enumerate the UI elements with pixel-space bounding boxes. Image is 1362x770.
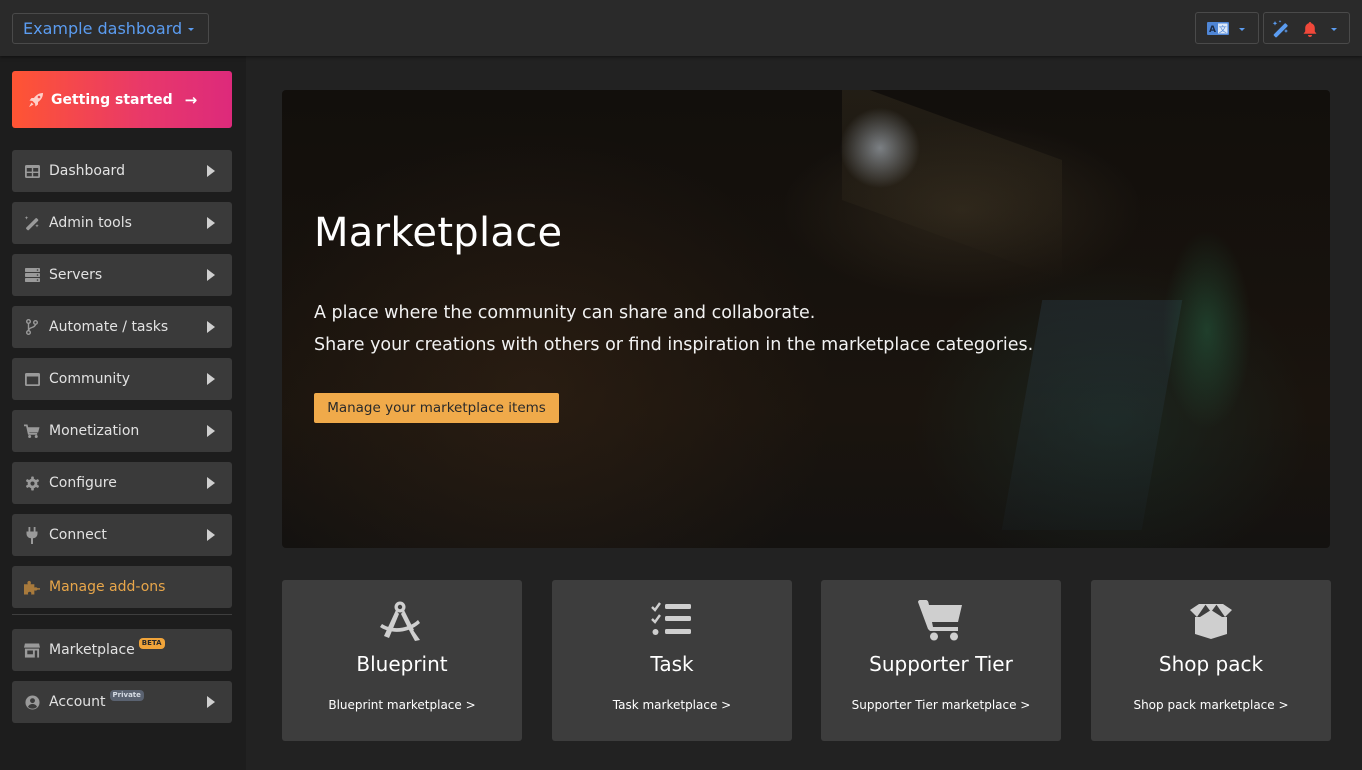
puzzle-icon	[24, 579, 40, 595]
caret-right-icon	[207, 529, 215, 541]
beta-badge: BETA	[138, 637, 165, 649]
manage-marketplace-items-button[interactable]: Manage your marketplace items	[314, 393, 559, 423]
sidebar-item-admin-tools[interactable]: Admin tools	[12, 202, 232, 244]
caret-right-icon	[207, 165, 215, 177]
bell-icon	[1303, 22, 1317, 37]
open-box-icon	[1190, 604, 1232, 639]
card-shop-pack[interactable]: Shop pack Shop pack marketplace >	[1091, 580, 1331, 741]
translate-icon: A 文	[1207, 22, 1229, 35]
sidebar-item-connect[interactable]: Connect	[12, 514, 232, 556]
server-icon	[24, 267, 40, 283]
sidebar-item-label: Community	[49, 371, 131, 387]
sidebar-item-marketplace[interactable]: Marketplace BETA	[12, 629, 232, 671]
caret-right-icon	[207, 425, 215, 437]
caret-right-icon	[207, 373, 215, 385]
hero-description-line-1: A place where the community can share an…	[314, 303, 816, 323]
arrow-right-icon: →	[184, 90, 198, 109]
sidebar-item-label: Manage add-ons	[49, 579, 166, 595]
top-bar: Example dashboard A 文	[0, 0, 1362, 56]
sidebar-item-label: Servers	[49, 267, 103, 283]
sidebar-item-label: Monetization	[49, 423, 140, 439]
caret-right-icon	[207, 696, 215, 708]
card-link[interactable]: Shop pack marketplace >	[1091, 698, 1331, 712]
cart-icon	[918, 600, 962, 641]
sidebar-item-servers[interactable]: Servers	[12, 254, 232, 296]
marketplace-hero-banner: Marketplace A place where the community …	[282, 90, 1330, 548]
sidebar-item-label: Automate / tasks	[49, 319, 169, 335]
sidebar-item-label: Dashboard	[49, 163, 125, 179]
hero-title: Marketplace	[314, 210, 563, 256]
card-task[interactable]: Task Task marketplace >	[552, 580, 792, 741]
window-icon	[24, 371, 40, 387]
sidebar-item-configure[interactable]: Configure	[12, 462, 232, 504]
caret-right-icon	[207, 321, 215, 333]
card-supporter-tier[interactable]: Supporter Tier Supporter Tier marketplac…	[821, 580, 1061, 741]
caret-right-icon	[207, 477, 215, 489]
caret-right-icon	[207, 217, 215, 229]
hero-background-leaves	[1162, 230, 1252, 430]
sidebar-item-automate-tasks[interactable]: Automate / tasks	[12, 306, 232, 348]
cart-icon	[24, 423, 40, 439]
caret-down-icon	[1331, 28, 1337, 31]
table-icon	[24, 163, 40, 179]
user-circle-icon	[24, 694, 40, 710]
card-title: Task	[650, 652, 694, 676]
task-list-icon	[651, 602, 691, 635]
sidebar: Getting started → Dashboard Admin tools …	[0, 56, 246, 770]
getting-started-label: Getting started	[51, 91, 173, 108]
card-title: Shop pack	[1158, 652, 1264, 676]
sidebar-divider	[12, 614, 232, 615]
card-title: Supporter Tier	[869, 652, 1013, 676]
getting-started-button[interactable]: Getting started →	[12, 71, 232, 128]
tools-notifications-button[interactable]	[1263, 12, 1350, 44]
sidebar-item-label: Marketplace	[49, 642, 135, 658]
store-icon	[24, 642, 40, 658]
plug-icon	[24, 526, 40, 544]
sidebar-item-monetization[interactable]: Monetization	[12, 410, 232, 452]
sidebar-item-label: Connect	[49, 527, 107, 543]
sidebar-item-account[interactable]: Account Private	[12, 681, 232, 723]
sidebar-item-label: Configure	[49, 475, 117, 491]
caret-right-icon	[207, 269, 215, 281]
svg-text:A: A	[1209, 25, 1216, 35]
sidebar-item-label: Admin tools	[49, 215, 132, 231]
hero-background-light	[842, 90, 1062, 281]
caret-down-icon	[188, 28, 194, 31]
card-blueprint[interactable]: Blueprint Blueprint marketplace >	[282, 580, 522, 741]
magic-wand-icon	[1272, 20, 1288, 38]
card-link[interactable]: Supporter Tier marketplace >	[821, 698, 1061, 712]
svg-text:文: 文	[1219, 24, 1227, 34]
caret-down-icon	[1239, 28, 1245, 31]
card-title: Blueprint	[356, 652, 448, 676]
magic-wand-icon	[24, 215, 40, 231]
gear-icon	[24, 475, 40, 491]
sidebar-item-label: Account	[49, 694, 106, 710]
sidebar-item-dashboard[interactable]: Dashboard	[12, 150, 232, 192]
dashboard-select[interactable]: Example dashboard	[12, 13, 209, 44]
branch-icon	[24, 319, 40, 335]
dashboard-select-label: Example dashboard	[23, 19, 183, 38]
hero-description-line-2: Share your creations with others or find…	[314, 335, 1034, 355]
private-badge: Private	[109, 689, 144, 701]
card-link[interactable]: Blueprint marketplace >	[282, 698, 522, 712]
rocket-icon	[29, 92, 43, 107]
sidebar-item-manage-add-ons[interactable]: Manage add-ons	[12, 566, 232, 608]
drafting-compass-icon	[380, 601, 420, 641]
sidebar-item-community[interactable]: Community	[12, 358, 232, 400]
card-link[interactable]: Task marketplace >	[552, 698, 792, 712]
language-button[interactable]: A 文	[1195, 12, 1259, 44]
